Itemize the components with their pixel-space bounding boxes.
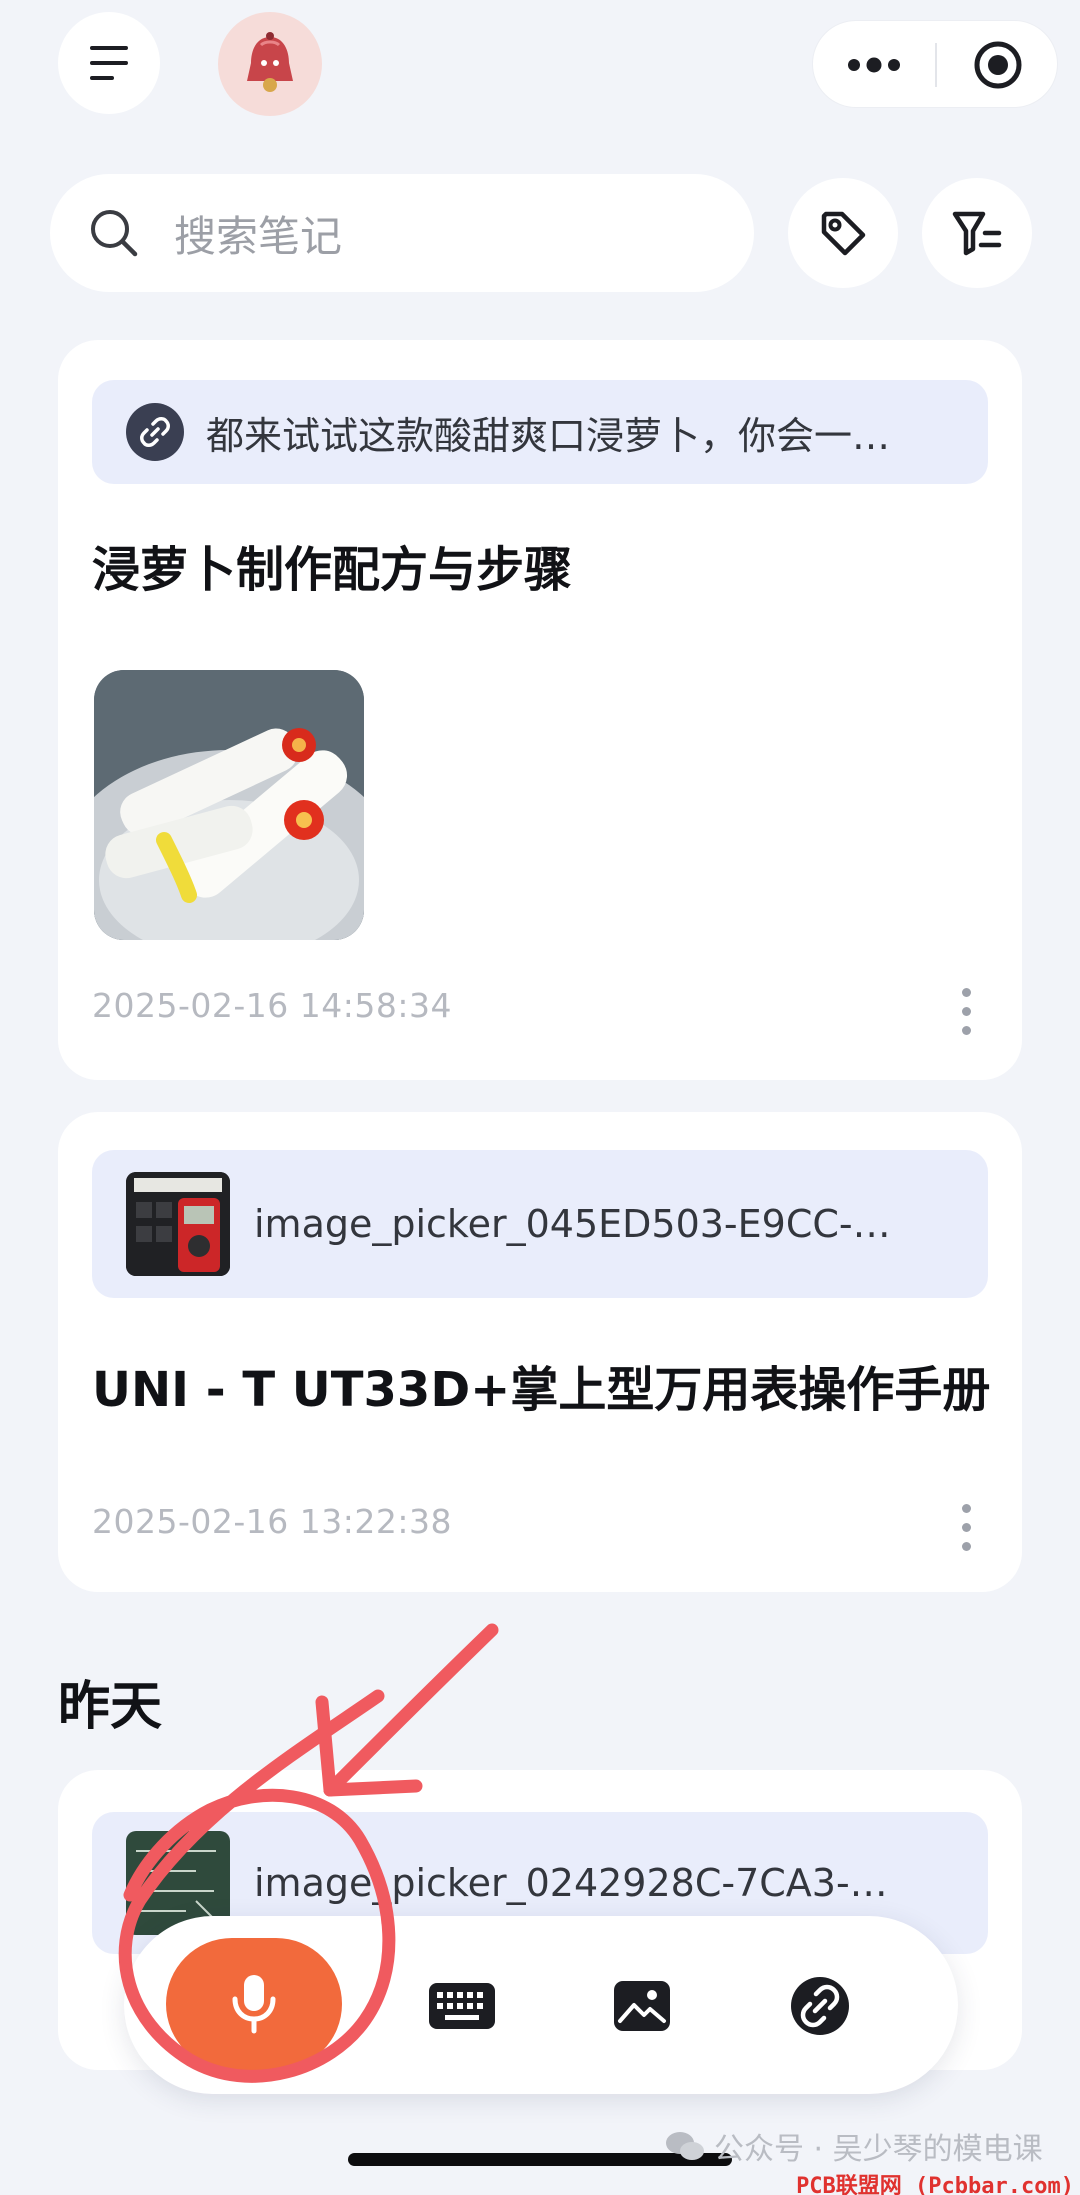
note-timestamp: 2025-02-16 13:22:38 (92, 1502, 452, 1541)
close-target-button[interactable] (937, 21, 1059, 109)
avatar[interactable] (218, 12, 322, 116)
note-title: 浸萝卜制作配方与步骤 (92, 542, 573, 598)
annotation-arrow-circle (118, 1623, 499, 2083)
filter-button[interactable] (922, 178, 1032, 288)
note-card[interactable]: 都来试试这款酸甜爽口浸萝卜，你会一… 浸萝卜制作配方与步骤 2025-02-16… (58, 340, 1022, 1080)
bell-mascot-icon (247, 32, 293, 92)
link-icon (126, 403, 184, 461)
menu-button[interactable] (58, 12, 160, 114)
tag-button[interactable] (788, 178, 898, 288)
note-source[interactable]: 都来试试这款酸甜爽口浸萝卜，你会一… (92, 380, 988, 484)
note-more-icon[interactable] (962, 1504, 972, 1551)
capsule-menu (812, 20, 1058, 108)
hamburger-menu-icon (90, 46, 128, 80)
wechat-icon (666, 2132, 704, 2160)
tag-icon (821, 211, 866, 256)
note-source-text: 都来试试这款酸甜爽口浸萝卜，你会一… (206, 413, 891, 458)
record-target-icon (974, 41, 1022, 89)
note-thumbnail[interactable] (94, 670, 364, 940)
filter-icon (952, 211, 1002, 256)
more-dots-icon (848, 57, 900, 73)
note-source[interactable]: image_picker_045ED503-E9CC-… (92, 1150, 988, 1298)
note-timestamp: 2025-02-16 14:58:34 (92, 986, 452, 1025)
search-input[interactable]: 搜索笔记 (174, 203, 342, 264)
watermark-account-text: 公众号 · 吴少琴的模电课 (714, 2132, 1043, 2167)
search-bar[interactable]: 搜索笔记 (50, 174, 754, 292)
search-icon (91, 210, 138, 257)
note-more-icon[interactable] (962, 988, 972, 1035)
more-button[interactable] (813, 21, 935, 109)
watermark-site: PCB联盟网 (Pcbbar.com) (796, 2174, 1074, 2195)
watermark-account: 公众号 · 吴少琴的模电课 (664, 2124, 1043, 2168)
note-card[interactable]: image_picker_045ED503-E9CC-… UNI - T UT3… (58, 1112, 1022, 1592)
note-title: UNI - T UT33D+掌上型万用表操作手册 (92, 1362, 991, 1418)
note-source-text: image_picker_045ED503-E9CC-… (254, 1202, 891, 1246)
source-thumbnail (126, 1172, 230, 1276)
